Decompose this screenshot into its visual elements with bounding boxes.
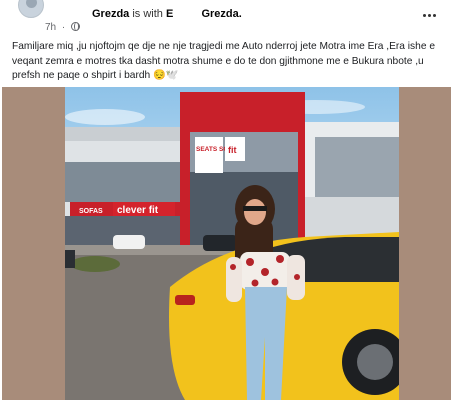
facebook-post: Grezda is with E Grezda. 7h · Familjare … bbox=[0, 0, 451, 400]
photo-scene: SOFAS clever fit SEATS SOFAS fit bbox=[65, 92, 399, 400]
avatar[interactable] bbox=[18, 0, 44, 18]
more-icon-dot bbox=[422, 13, 426, 17]
post-caption: Familjare miq ,ju njoftojm qe dje ne nje… bbox=[12, 41, 435, 81]
tagged-name[interactable]: E bbox=[166, 8, 173, 20]
fit-sign: fit bbox=[228, 145, 237, 155]
more-options-button[interactable] bbox=[419, 8, 439, 22]
post-photo[interactable]: SOFAS clever fit SEATS SOFAS fit bbox=[65, 87, 399, 400]
more-icon-dot bbox=[427, 13, 431, 17]
tagged-last-name[interactable]: Grezda. bbox=[201, 8, 241, 20]
meta-separator: · bbox=[61, 22, 66, 33]
author-line: Grezda is with E Grezda. bbox=[92, 8, 242, 20]
author-name[interactable]: Grezda bbox=[92, 8, 129, 20]
post-header: Grezda is with E Grezda. 7h · bbox=[0, 0, 451, 36]
with-text: is with bbox=[132, 8, 163, 20]
sofas-sign: SOFAS bbox=[79, 208, 103, 215]
post-time[interactable]: 7h bbox=[45, 22, 56, 33]
post-meta: 7h · bbox=[45, 22, 81, 33]
clever-fit-sign: clever fit bbox=[117, 205, 159, 216]
globe-icon[interactable] bbox=[71, 22, 81, 31]
photo-frame[interactable]: SOFAS clever fit SEATS SOFAS fit bbox=[2, 87, 451, 400]
more-icon-dot bbox=[432, 13, 436, 17]
